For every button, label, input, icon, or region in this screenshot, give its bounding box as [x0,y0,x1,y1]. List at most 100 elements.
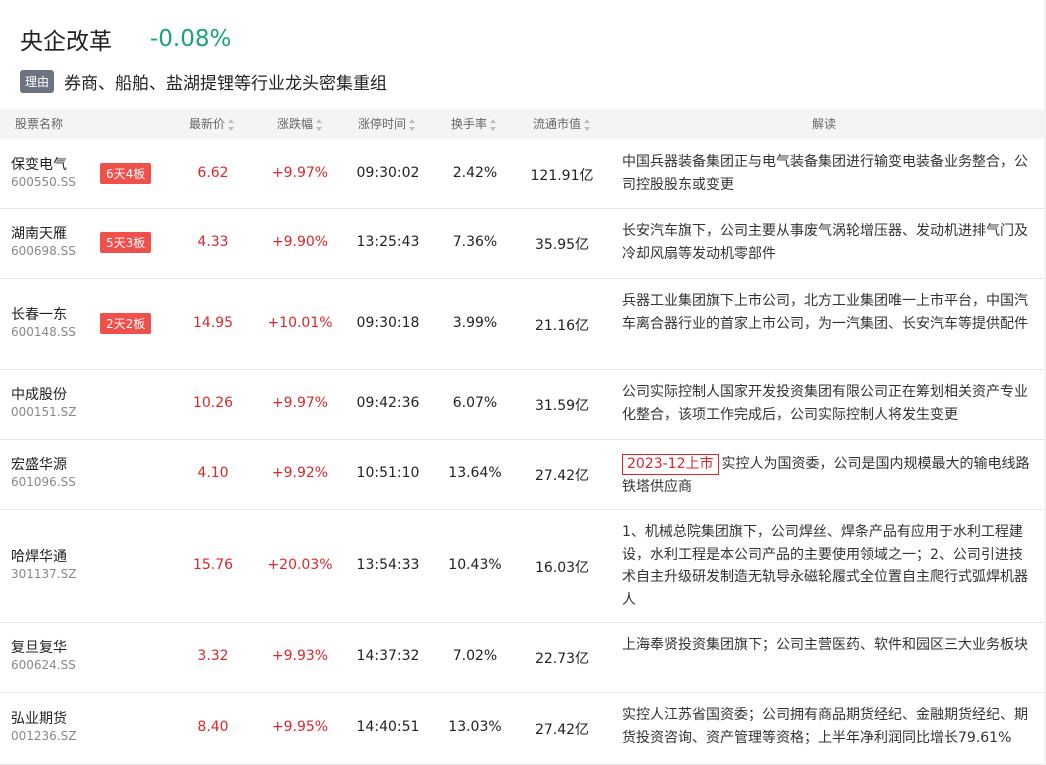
stock-code: 301137.SZ [11,567,77,581]
analysis-text: 公司实际控制人国家开发投资集团有限公司正在筹划相关资产专业化整合，该项工作完成后… [622,381,1030,426]
sort-icon [490,118,497,131]
table-row[interactable]: 复旦复华 600624.SS 3.32 +9.93% 14:37:32 7.02% 22.7… [0,622,1044,693]
column-market-cap-label: 流通市值 [533,117,582,131]
column-market-cap[interactable]: 流通市值 [533,109,591,139]
listing-date-tag: 2023-12上市 [622,454,719,475]
sort-icon [316,118,323,131]
change-percent: +9.97% [271,165,329,181]
analysis-text: 兵器工业集团旗下上市公司，北方工业集团唯一上市平台，中国汽车离合器行业的首家上市… [622,290,1030,335]
stock-code: 600624.SS [11,658,76,672]
change-percent: +9.97% [271,395,329,411]
turnover-rate: 2.42% [452,165,498,181]
float-market-cap: 35.95亿 [534,237,590,253]
change-percent: +20.03% [267,557,333,573]
column-price-label: 最新价 [189,117,226,131]
sort-icon [228,118,235,131]
stock-name[interactable]: 长春一东 [11,304,67,324]
analysis-content: 上海奉贤投资集团旗下；公司主营医药、软件和园区三大业务板块 [622,637,1028,653]
limit-up-time: 14:37:32 [356,648,420,664]
change-percent: +9.95% [271,719,329,735]
table-row[interactable]: 弘业期货 001236.SZ 8.40 +9.95% 14:40:51 13.03% 27.… [0,692,1044,765]
turnover-rate: 13.03% [448,719,502,735]
analysis-text: 中国兵器装备集团正与电气装备集团进行输变电装备业务整合，公司控股股东或变更 [622,151,1030,196]
float-market-cap: 21.16亿 [534,318,590,334]
analysis-content: 中国兵器装备集团正与电气装备集团进行输变电装备业务整合，公司控股股东或变更 [622,154,1028,193]
stock-name[interactable]: 复旦复华 [11,637,67,657]
sector-title: 央企改革 [20,29,112,55]
turnover-rate: 10.43% [448,557,502,573]
column-limit-time-label: 涨停时间 [358,117,407,131]
table-row[interactable]: 长春一东 600148.SS 2天2板 14.95 +10.01% 09:30:18 3.9… [0,278,1044,370]
table-row[interactable]: 中成股份 000151.SZ 10.26 +9.97% 09:42:36 6.07% 31.… [0,369,1044,440]
column-limit-time[interactable]: 涨停时间 [358,109,416,139]
turnover-rate: 6.07% [452,395,498,411]
stock-code: 600698.SS [11,244,76,258]
analysis-text: 上海奉贤投资集团旗下；公司主营医药、软件和园区三大业务板块 [622,634,1030,657]
table-header: 股票名称 最新价 涨跌幅 涨停时间 换手率 流通市值 解读 [0,109,1044,139]
table-row[interactable]: 宏盛华源 601096.SS 4.10 +9.92% 10:51:10 13.64% 27.… [0,439,1044,510]
change-percent: +9.93% [271,648,329,664]
change-percent: +9.90% [271,234,329,250]
float-market-cap: 22.73亿 [534,651,590,667]
limit-up-time: 13:54:33 [356,557,420,573]
turnover-rate: 7.36% [452,234,498,250]
sort-icon [409,118,416,131]
board-count-badge: 6天4板 [100,163,152,184]
column-turnover-label: 换手率 [451,117,488,131]
sector-header: 央企改革 -0.08% [20,22,231,56]
table-row[interactable]: 哈焊华通 301137.SZ 15.76 +20.03% 13:54:33 10.43% 1… [0,509,1044,623]
sort-icon [584,118,591,131]
analysis-text: 1、机械总院集团旗下，公司焊丝、焊条产品有应用于水利工程建设，水利工程是本公司产… [622,521,1030,611]
analysis-content: 兵器工业集团旗下上市公司，北方工业集团唯一上市平台，中国汽车离合器行业的首家上市… [622,293,1028,332]
table-row[interactable]: 湖南天雁 600698.SS 5天3板 4.33 +9.90% 13:25:43 7.36%… [0,208,1044,279]
sector-panel: 央企改革 -0.08% 理由 券商、船舶、盐湖提锂等行业龙头密集重组 股票名称 … [0,0,1044,765]
stock-name[interactable]: 湖南天雁 [11,223,67,243]
stock-code: 601096.SS [11,475,76,489]
stock-name[interactable]: 宏盛华源 [11,454,67,474]
limit-up-time: 09:30:02 [356,165,420,181]
limit-up-time: 13:25:43 [356,234,420,250]
reason-line: 理由 券商、船舶、盐湖提锂等行业龙头密集重组 [20,69,387,94]
analysis-content: 长安汽车旗下，公司主要从事废气涡轮增压器、发动机进排气门及冷却风扇等发动机零部件 [622,223,1028,262]
board-count-badge: 2天2板 [100,313,152,334]
limit-up-time: 09:42:36 [356,395,420,411]
turnover-rate: 13.64% [448,465,502,481]
table-row[interactable]: 保变电气 600550.SS 6天4板 6.62 +9.97% 09:30:02 2.42%… [0,139,1044,209]
stock-code: 600550.SS [11,175,76,189]
float-market-cap: 27.42亿 [534,468,590,484]
limit-up-time: 10:51:10 [356,465,420,481]
analysis-content: 公司实际控制人国家开发投资集团有限公司正在筹划相关资产专业化整合，该项工作完成后… [622,384,1028,423]
stock-name[interactable]: 弘业期货 [11,708,67,728]
sector-change: -0.08% [150,26,232,52]
analysis-text: 实控人江苏省国资委；公司拥有商品期货经纪、金融期货经纪、期货投资咨询、资产管理等… [622,704,1030,749]
stock-name[interactable]: 中成股份 [11,384,67,404]
float-market-cap: 31.59亿 [534,398,590,414]
column-change[interactable]: 涨跌幅 [277,109,323,139]
column-analysis: 解读 [812,117,837,131]
float-market-cap: 27.42亿 [534,722,590,738]
stock-code: 001236.SZ [11,729,77,743]
stock-name[interactable]: 哈焊华通 [11,546,67,566]
change-percent: +9.92% [271,465,329,481]
stock-name[interactable]: 保变电气 [11,154,67,174]
turnover-rate: 7.02% [452,648,498,664]
stock-code: 000151.SZ [11,405,77,419]
column-name: 股票名称 [15,117,64,131]
column-turnover[interactable]: 换手率 [451,109,497,139]
float-market-cap: 16.03亿 [534,560,590,576]
analysis-content: 实控人江苏省国资委；公司拥有商品期货经纪、金融期货经纪、期货投资咨询、资产管理等… [622,707,1028,746]
analysis-text: 长安汽车旗下，公司主要从事废气涡轮增压器、发动机进排气门及冷却风扇等发动机零部件 [622,220,1030,265]
column-price[interactable]: 最新价 [189,109,235,139]
reason-badge: 理由 [20,70,55,93]
change-percent: +10.01% [267,315,333,331]
limit-up-time: 14:40:51 [356,719,420,735]
limit-up-time: 09:30:18 [356,315,420,331]
board-count-badge: 5天3板 [100,232,152,253]
reason-text: 券商、船舶、盐湖提锂等行业龙头密集重组 [64,74,388,94]
analysis-content: 1、机械总院集团旗下，公司焊丝、焊条产品有应用于水利工程建设，水利工程是本公司产… [622,524,1028,608]
analysis-text: 2023-12上市 实控人为国资委，公司是国内规模最大的输电线路铁塔供应商 [622,453,1030,498]
float-market-cap: 121.91亿 [530,168,594,184]
column-change-label: 涨跌幅 [277,117,314,131]
stock-code: 600148.SS [11,325,76,339]
turnover-rate: 3.99% [452,315,498,331]
